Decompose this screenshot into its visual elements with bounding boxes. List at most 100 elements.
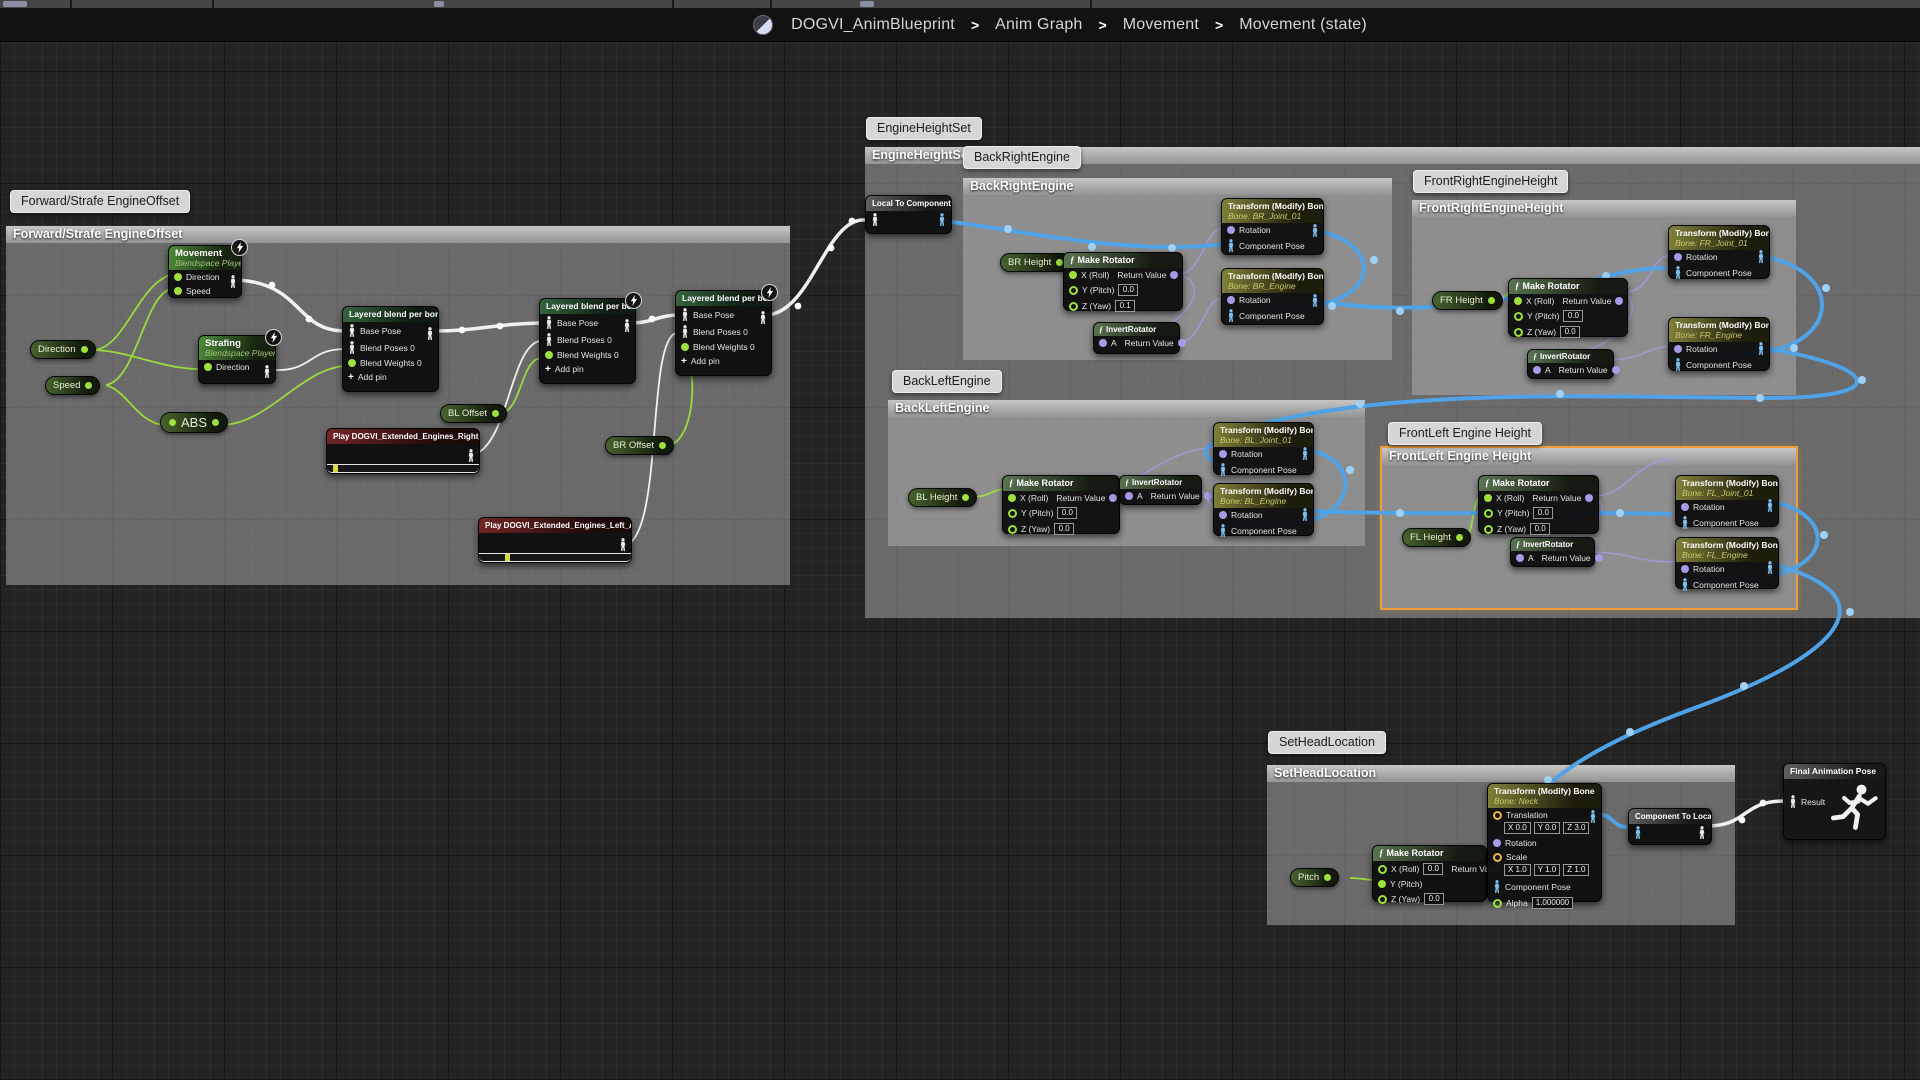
node-transform-bone-bl-engine[interactable]: Transform (Modify) BoneBone: BL_Engine R… xyxy=(1213,483,1314,536)
value-field[interactable]: 0.1 xyxy=(1115,300,1135,312)
node-play-left-anim[interactable]: Play DOGVI_Extended_Engines_Left_Anim xyxy=(478,517,632,563)
rotator-output-pin[interactable] xyxy=(1109,494,1117,502)
float-output-pin[interactable] xyxy=(1324,874,1331,881)
pose-input-pin[interactable] xyxy=(1227,239,1235,252)
float-input-pin[interactable] xyxy=(1514,312,1523,321)
rotator-output-pin[interactable] xyxy=(1615,297,1623,305)
rotator-input-pin[interactable] xyxy=(1219,511,1227,519)
float-output-pin[interactable] xyxy=(1488,297,1495,304)
float-input-pin[interactable] xyxy=(1514,297,1522,305)
value-field[interactable]: 0.0 xyxy=(1530,523,1550,535)
float-input-pin[interactable] xyxy=(545,351,553,359)
node-invert-rotator-bl[interactable]: ƒInvertRotator AReturn Value xyxy=(1119,475,1202,505)
float-input-pin[interactable] xyxy=(1514,328,1523,337)
value-field[interactable]: Z 1.0 xyxy=(1563,864,1589,876)
breadcrumb-anim-graph[interactable]: Anim Graph xyxy=(995,16,1082,34)
float-input-pin[interactable] xyxy=(1069,271,1077,279)
pose-output-pin[interactable] xyxy=(1311,294,1319,307)
node-layered-blend-1[interactable]: Layered blend per bone Base Pose Blend P… xyxy=(342,306,439,392)
pose-input-pin[interactable] xyxy=(348,324,356,337)
float-input-pin[interactable] xyxy=(1378,895,1387,904)
pill-speed[interactable]: Speed xyxy=(45,376,100,395)
pill-bl-height[interactable]: BL Height xyxy=(908,488,977,507)
comment-forward-strafe[interactable]: Forward/Strafe EngineOffset xyxy=(6,226,790,585)
pose-input-pin[interactable] xyxy=(1681,578,1689,591)
pill-abs[interactable]: ABS xyxy=(160,412,228,433)
pose-input-pin[interactable] xyxy=(1219,463,1227,476)
value-field[interactable]: Y 0.0 xyxy=(1534,822,1561,834)
pose-input-pin[interactable] xyxy=(681,325,689,338)
value-field[interactable]: 0.0 xyxy=(1533,507,1553,519)
value-field[interactable]: 0.0 xyxy=(1118,284,1138,296)
pose-output-pin[interactable] xyxy=(1757,250,1765,263)
pose-input-pin[interactable] xyxy=(1634,826,1642,839)
add-pin-icon[interactable]: + xyxy=(681,357,687,366)
value-field[interactable]: 0.0 xyxy=(1424,893,1444,905)
value-field[interactable]: X 1.0 xyxy=(1504,864,1531,876)
pose-output-pin[interactable] xyxy=(938,213,946,226)
float-input-pin[interactable] xyxy=(1069,302,1078,311)
float-output-pin[interactable] xyxy=(962,494,969,501)
node-make-rotator-br[interactable]: ƒMake Rotator X (Roll)Return Value Y (Pi… xyxy=(1063,252,1183,311)
pose-output-pin[interactable] xyxy=(759,311,767,324)
pose-input-pin[interactable] xyxy=(1674,266,1682,279)
node-make-rotator-bl[interactable]: ƒMake Rotator X (Roll)Return Value Y (Pi… xyxy=(1002,475,1120,534)
float-input-pin[interactable] xyxy=(348,359,356,367)
comment-header[interactable]: BackLeftEngine xyxy=(888,400,1365,417)
vector-input-pin[interactable] xyxy=(1493,853,1502,862)
comment-header[interactable]: SetHeadLocation xyxy=(1267,765,1735,782)
rotator-output-pin[interactable] xyxy=(1178,339,1186,347)
pose-output-pin[interactable] xyxy=(1698,826,1706,839)
pose-output-pin[interactable] xyxy=(623,319,631,332)
float-output-pin[interactable] xyxy=(492,410,499,417)
pose-input-pin[interactable] xyxy=(545,333,553,346)
pose-output-pin[interactable] xyxy=(1757,342,1765,355)
pose-input-pin[interactable] xyxy=(1674,358,1682,371)
node-make-rotator-fl[interactable]: ƒMake Rotator X (Roll)Return Value Y (Pi… xyxy=(1478,475,1599,534)
pill-fr-height[interactable]: FR Height xyxy=(1432,291,1503,310)
node-play-right-anim[interactable]: Play DOGVI_Extended_Engines_Right_Anim xyxy=(326,428,480,474)
pose-output-pin[interactable] xyxy=(467,449,475,462)
node-invert-rotator-fl[interactable]: ƒInvertRotator AReturn Value xyxy=(1510,537,1595,567)
node-transform-bone-neck[interactable]: Transform (Modify) BoneBone: Neck Transl… xyxy=(1487,783,1602,902)
comment-header[interactable]: BackRightEngine xyxy=(963,178,1392,195)
pose-input-pin[interactable] xyxy=(1681,516,1689,529)
pill-fl-height[interactable]: FL Height xyxy=(1402,528,1471,547)
float-input-pin[interactable] xyxy=(1484,525,1493,534)
pose-output-pin[interactable] xyxy=(1766,561,1774,574)
float-output-pin[interactable] xyxy=(659,442,666,449)
node-final-animation-pose[interactable]: Final Animation Pose Result xyxy=(1783,763,1886,840)
node-layered-blend-2[interactable]: Layered blend per bone Base Pose Blend P… xyxy=(539,298,636,384)
float-input-pin[interactable] xyxy=(1493,899,1502,908)
node-make-rotator-fr[interactable]: ƒMake Rotator X (Roll)Return Value Y (Pi… xyxy=(1508,278,1628,337)
pill-pitch[interactable]: Pitch xyxy=(1290,868,1339,887)
rotator-output-pin[interactable] xyxy=(1612,366,1620,374)
rotator-input-pin[interactable] xyxy=(1099,339,1107,347)
breadcrumb-blueprint[interactable]: DOGVI_AnimBlueprint xyxy=(791,16,955,34)
rotator-output-pin[interactable] xyxy=(1585,494,1593,502)
float-input-pin[interactable] xyxy=(204,363,212,371)
value-field[interactable]: Y 1.0 xyxy=(1534,864,1561,876)
rotator-input-pin[interactable] xyxy=(1674,253,1682,261)
node-invert-rotator-fr[interactable]: ƒInvertRotator AReturn Value xyxy=(1527,349,1614,379)
rotator-input-pin[interactable] xyxy=(1681,503,1689,511)
float-input-pin[interactable] xyxy=(1069,286,1078,295)
rotator-output-pin[interactable] xyxy=(1595,554,1603,562)
pill-bl-offset[interactable]: BL Offset xyxy=(440,404,507,423)
rotator-output-pin[interactable] xyxy=(1170,271,1178,279)
value-field[interactable]: 0.0 xyxy=(1563,310,1583,322)
node-transform-bone-bl-joint[interactable]: Transform (Modify) BoneBone: BL_Joint_01… xyxy=(1213,422,1314,475)
float-input-pin[interactable] xyxy=(1484,494,1492,502)
comment-header[interactable]: FrontRightEngineHeight xyxy=(1412,200,1796,217)
breadcrumb-movement-state[interactable]: Movement (state) xyxy=(1239,16,1367,34)
float-input-pin[interactable] xyxy=(1008,525,1017,534)
pose-output-pin[interactable] xyxy=(229,275,237,288)
pill-br-height[interactable]: BR Height xyxy=(1000,253,1071,272)
node-transform-bone-fr-joint[interactable]: Transform (Modify) BoneBone: FR_Joint_01… xyxy=(1668,225,1770,279)
rotator-input-pin[interactable] xyxy=(1533,366,1541,374)
rotator-input-pin[interactable] xyxy=(1493,839,1501,847)
float-input-pin[interactable] xyxy=(1378,880,1386,888)
value-field[interactable]: 0.0 xyxy=(1423,863,1443,875)
float-input-pin[interactable] xyxy=(169,419,176,426)
float-output-pin[interactable] xyxy=(212,419,219,426)
